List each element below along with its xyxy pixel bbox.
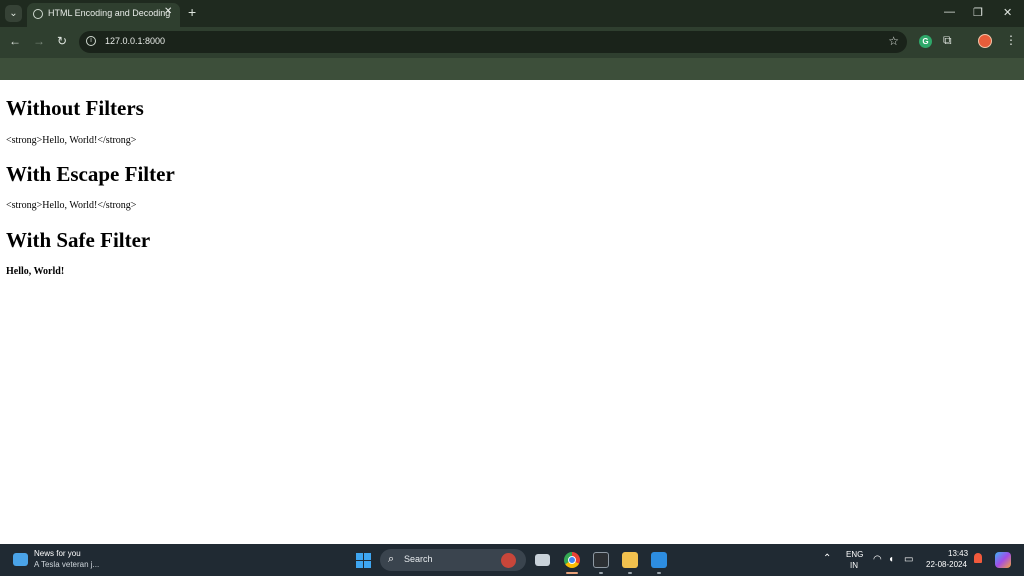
copilot-icon[interactable] (995, 552, 1011, 568)
restore-icon[interactable]: ❐ (973, 6, 983, 19)
region-indicator[interactable]: IN (850, 561, 858, 570)
star-icon[interactable]: ☆ (888, 34, 899, 48)
clock-date[interactable]: 22-08-2024 (926, 560, 967, 569)
minimize-icon[interactable]: — (944, 6, 955, 18)
chrome-running-indicator (566, 572, 578, 574)
search-icon: ⌕ (388, 553, 395, 565)
vscode-running-indicator (657, 572, 661, 574)
vscode-icon[interactable] (651, 552, 667, 568)
chevron-down-icon: ⌄ (9, 8, 18, 19)
chrome-icon[interactable] (564, 552, 580, 568)
profile-avatar[interactable] (978, 34, 992, 48)
arrow-left-icon[interactable]: ← (9, 34, 21, 48)
wifi-icon[interactable]: ◠ (873, 554, 882, 565)
text-escape-filter: <strong>Hello, World!</strong> (6, 200, 137, 211)
page-content: Without Filters <strong>Hello, World!</s… (0, 80, 1024, 544)
terminal-icon[interactable] (593, 552, 609, 568)
browser-title-bar: ⌄ HTML Encoding and Decoding ✕ + — ❐ ✕ (0, 0, 1024, 27)
notification-bell-icon[interactable] (974, 553, 982, 563)
info-icon[interactable]: i (86, 36, 96, 46)
explorer-running-indicator (628, 572, 632, 574)
heading-without-filters: Without Filters (6, 96, 144, 120)
browser-tab[interactable]: HTML Encoding and Decoding ✕ (27, 3, 180, 27)
heading-safe-filter: With Safe Filter (6, 228, 151, 252)
grammarly-extension-icon[interactable]: G (919, 35, 932, 48)
search-highlight-icon (501, 553, 516, 568)
windows-taskbar: News for you A Tesla veteran j... ⌕ Sear… (0, 544, 1024, 576)
text-safe-filter: Hello, World! (6, 266, 65, 277)
globe-icon (33, 9, 43, 19)
search-label: Search (404, 554, 433, 564)
bookmark-bar (0, 58, 1024, 80)
taskbar-search[interactable]: ⌕ Search (380, 549, 526, 571)
arrow-right-icon[interactable]: → (33, 34, 45, 48)
task-view-icon[interactable] (535, 554, 550, 566)
file-explorer-icon[interactable] (622, 552, 638, 568)
start-button[interactable] (356, 553, 371, 568)
tab-title: HTML Encoding and Decoding (48, 8, 171, 18)
volume-icon[interactable]: ◖ (888, 554, 894, 565)
battery-icon[interactable]: ▭ (904, 554, 913, 565)
news-subtitle: A Tesla veteran j... (34, 560, 100, 569)
news-title: News for you (34, 549, 81, 558)
browser-toolbar: ← → ↻ i 127.0.0.1:8000 ☆ G ⧉ ⋮ (0, 27, 1024, 58)
terminal-running-indicator (599, 572, 603, 574)
chevron-up-icon[interactable]: ⌃ (823, 553, 831, 564)
url-text: 127.0.0.1:8000 (105, 36, 166, 46)
language-indicator[interactable]: ENG (846, 550, 863, 559)
tab-search-button[interactable]: ⌄ (5, 5, 22, 22)
news-icon (13, 553, 28, 566)
reload-icon[interactable]: ↻ (57, 34, 67, 48)
text-without-filters: <strong>Hello, World!</strong> (6, 135, 137, 146)
close-window-icon[interactable]: ✕ (1003, 6, 1012, 19)
heading-escape-filter: With Escape Filter (6, 162, 175, 186)
close-icon[interactable]: ✕ (164, 6, 172, 17)
more-vertical-icon[interactable]: ⋮ (1005, 33, 1017, 47)
clock-time[interactable]: 13:43 (948, 549, 968, 558)
puzzle-icon[interactable]: ⧉ (943, 33, 952, 48)
plus-icon[interactable]: + (188, 4, 196, 20)
address-bar[interactable]: i 127.0.0.1:8000 ☆ (79, 31, 907, 53)
